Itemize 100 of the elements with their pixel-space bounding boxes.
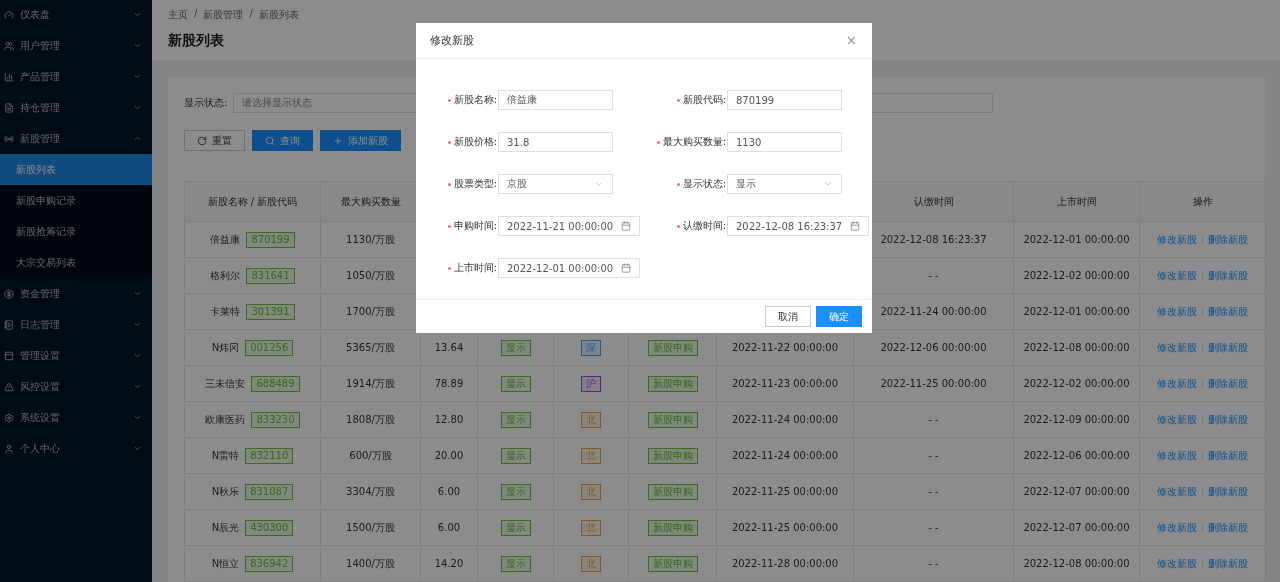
- action-link[interactable]: 修改新股: [1157, 485, 1197, 497]
- input-field[interactable]: 1130: [727, 132, 842, 152]
- notebook-icon: [4, 319, 14, 330]
- action-link[interactable]: 修改新股: [1157, 377, 1197, 389]
- table-cell: 2022-12-07 00:00:00: [1013, 509, 1140, 546]
- coin-icon: [4, 288, 14, 299]
- column-header: 新股名称 / 新股代码: [184, 181, 321, 222]
- column-header: 上市时间: [1013, 181, 1140, 222]
- panel-icon: [4, 350, 14, 361]
- action-link[interactable]: 删除新股: [1208, 413, 1248, 425]
- table-cell: 2022-12-07 00:00:00: [1013, 473, 1140, 510]
- stock-name: 欧康医药: [205, 413, 246, 426]
- table-cell: - -: [853, 401, 1014, 438]
- stock-name: N雷特: [211, 449, 240, 462]
- chevron-icon: [594, 179, 604, 189]
- search-icon: [265, 135, 275, 146]
- calendar-icon: [621, 263, 631, 273]
- cancel-button[interactable]: 取消: [765, 306, 811, 327]
- input-field[interactable]: 870199: [727, 90, 842, 110]
- breadcrumb-link[interactable]: 新股列表: [258, 8, 299, 22]
- table-cell: 2022-11-24 00:00:00: [716, 401, 854, 438]
- calendar-icon: [850, 221, 860, 231]
- sidebar-menu-item[interactable]: 系统设置: [0, 402, 152, 433]
- action-link[interactable]: 修改新股: [1157, 413, 1197, 425]
- users-icon: [4, 40, 14, 51]
- input-field[interactable]: 倍益康: [498, 90, 613, 110]
- stock-name: 三未信安: [205, 377, 246, 390]
- sidebar-menu-item[interactable]: 日志管理: [0, 309, 152, 340]
- stock-name: 格利尔: [210, 269, 241, 282]
- date-field[interactable]: 2022-12-01 00:00:00: [498, 258, 640, 278]
- table-cell: 2022-12-01 00:00:00: [1013, 221, 1140, 258]
- sidebar-menu-item[interactable]: 持仓管理: [0, 92, 152, 123]
- sidebar-menu-item[interactable]: 管理设置: [0, 340, 152, 371]
- action-link[interactable]: 修改新股: [1157, 449, 1197, 461]
- action-link[interactable]: 删除新股: [1208, 305, 1248, 317]
- action-link[interactable]: 删除新股: [1208, 341, 1248, 353]
- filter-label: 显示状态:: [184, 96, 228, 110]
- action-link[interactable]: 修改新股: [1157, 557, 1197, 569]
- add-button[interactable]: 添加新股: [320, 130, 401, 151]
- table-cell: - -: [853, 437, 1014, 474]
- action-link[interactable]: 删除新股: [1208, 485, 1248, 497]
- breadcrumb-link[interactable]: 主页: [168, 8, 188, 22]
- sidebar-submenu-item[interactable]: 新股申购记录: [0, 185, 152, 216]
- input-field[interactable]: 31.8: [498, 132, 613, 152]
- sidebar-menu-item[interactable]: 资金管理: [0, 278, 152, 309]
- action-link[interactable]: 删除新股: [1208, 269, 1248, 281]
- table-cell: 12.80: [420, 401, 478, 438]
- breadcrumb-separator: /: [249, 8, 253, 21]
- table-cell: 2022-11-24 00:00:00: [716, 437, 854, 474]
- user-icon: [4, 443, 14, 454]
- table-cell: 6.00: [420, 473, 478, 510]
- table-cell: 2022-11-25 00:00:00: [716, 509, 854, 546]
- refresh-icon: [197, 135, 207, 146]
- plus-icon: [333, 135, 343, 146]
- date-field[interactable]: 2022-11-21 00:00:00: [498, 216, 640, 236]
- date-field[interactable]: 2022-12-08 16:23:37: [727, 216, 869, 236]
- table-cell: 2022-11-23 00:00:00: [716, 365, 854, 402]
- action-link[interactable]: 修改新股: [1157, 521, 1197, 533]
- select-field[interactable]: 京股: [498, 174, 613, 194]
- sidebar-menu-item[interactable]: 产品管理: [0, 61, 152, 92]
- sidebar-submenu-item[interactable]: 新股抢筹记录: [0, 216, 152, 247]
- action-link[interactable]: 删除新股: [1208, 557, 1248, 569]
- field-label: 最大购买数量:: [645, 135, 727, 149]
- sidebar-menu-item[interactable]: 新股管理: [0, 123, 152, 154]
- breadcrumb-link[interactable]: 新股管理: [203, 8, 244, 22]
- action-link[interactable]: 修改新股: [1157, 305, 1197, 317]
- action-link[interactable]: 删除新股: [1208, 233, 1248, 245]
- sidebar-menu-item[interactable]: 仪表盘: [0, 0, 152, 30]
- field-label: 新股代码:: [645, 93, 727, 107]
- table-cell: 1914/万股: [320, 365, 421, 402]
- close-icon[interactable]: [845, 34, 858, 47]
- action-link[interactable]: 修改新股: [1157, 233, 1197, 245]
- table-cell: 20.00: [420, 437, 478, 474]
- stock-name: N恒立: [211, 557, 240, 570]
- action-link[interactable]: 删除新股: [1208, 449, 1248, 461]
- settings-icon: [4, 412, 14, 423]
- table-cell: 2022-12-01 00:00:00: [1013, 293, 1140, 330]
- table-cell: 2022-12-02 00:00:00: [1013, 257, 1140, 294]
- sidebar-submenu-item[interactable]: 大宗交易列表: [0, 247, 152, 278]
- chevron-icon: [823, 179, 833, 189]
- search-button[interactable]: 查询: [252, 130, 313, 151]
- select-field[interactable]: 显示: [727, 174, 842, 194]
- action-link[interactable]: 修改新股: [1157, 269, 1197, 281]
- bar-chart-icon: [4, 71, 14, 82]
- sidebar-menu-item[interactable]: 用户管理: [0, 30, 152, 61]
- field-label: 认缴时间:: [645, 219, 727, 233]
- dialog-title: 修改新股: [430, 33, 474, 48]
- table-cell: 1400/万股: [320, 545, 421, 582]
- table-cell: 2022-12-08 00:00:00: [1013, 329, 1140, 366]
- sidebar-menu-item[interactable]: 风控设置: [0, 371, 152, 402]
- table-cell: - -: [853, 545, 1014, 582]
- action-link[interactable]: 删除新股: [1208, 377, 1248, 389]
- page-title: 新股列表: [168, 32, 224, 50]
- table-cell: 2022-11-28 00:00:00: [716, 545, 854, 582]
- reset-button[interactable]: 重置: [184, 130, 245, 151]
- sidebar-submenu-item[interactable]: 新股列表: [0, 154, 152, 185]
- action-link[interactable]: 删除新股: [1208, 521, 1248, 533]
- action-link[interactable]: 修改新股: [1157, 341, 1197, 353]
- confirm-button[interactable]: 确定: [816, 306, 862, 327]
- sidebar-menu-item[interactable]: 个人中心: [0, 433, 152, 464]
